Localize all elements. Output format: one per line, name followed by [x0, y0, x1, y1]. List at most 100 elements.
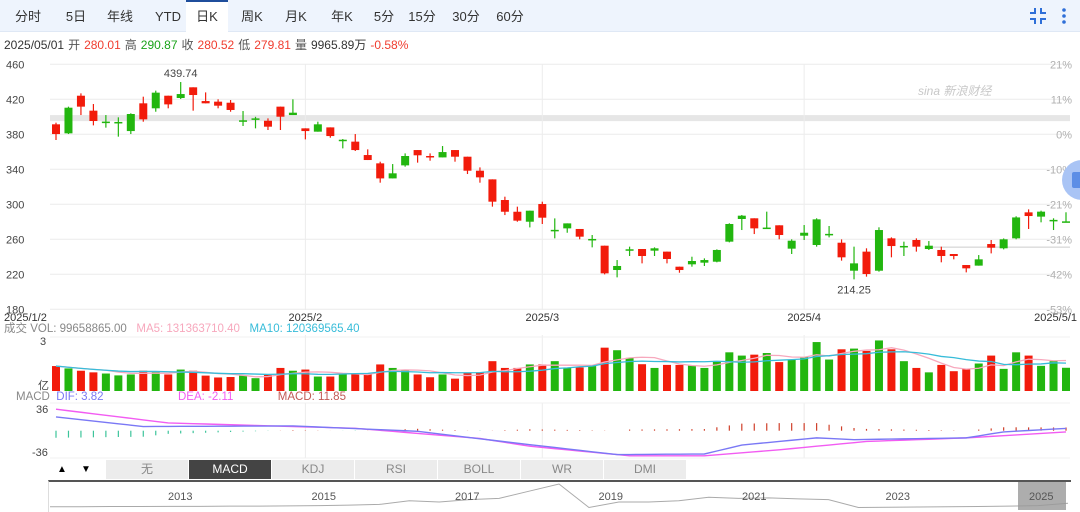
candle [812, 218, 821, 247]
candle-body [114, 121, 123, 124]
date-tick: 2025/3 [525, 312, 559, 324]
candle-body [151, 92, 160, 109]
volume-bar [76, 370, 85, 391]
candle [899, 241, 908, 257]
candle-body [962, 265, 971, 269]
candle [762, 211, 771, 230]
volume-bar [899, 361, 908, 391]
candle-body [338, 139, 347, 142]
sina-watermark-logo: sina 新浪财经 [918, 84, 992, 98]
candle [937, 246, 946, 263]
candle [164, 95, 173, 109]
scroll-down-button[interactable]: ▼ [74, 460, 98, 479]
scroll-up-button[interactable]: ▲ [50, 460, 74, 479]
candle-body [687, 261, 696, 265]
navigator-year: 2013 [168, 491, 193, 503]
candle [201, 92, 210, 104]
candle-body [363, 155, 372, 161]
macd-axis-bottom: -36 [32, 447, 48, 459]
volume-ma10: MA10: 120369565.40 [249, 323, 360, 335]
candle-body [288, 112, 297, 116]
candle [89, 104, 98, 126]
candle-body [376, 163, 385, 179]
candle [351, 134, 360, 152]
candle-body [513, 211, 522, 221]
candle [775, 225, 784, 240]
candle [962, 265, 971, 273]
candle [588, 235, 597, 248]
candle-body [226, 102, 235, 110]
indicator-tab-MACD[interactable]: MACD [189, 460, 272, 479]
volume-bar [1037, 365, 1046, 391]
candle-body [662, 251, 671, 259]
volume-bar [563, 367, 572, 391]
candle-body [575, 228, 584, 237]
indicator-tab-RSI[interactable]: RSI [355, 460, 438, 479]
candle-body [1049, 219, 1058, 222]
volume-bar [1012, 352, 1021, 391]
candle-body [313, 124, 322, 132]
indicator-tab-KDJ[interactable]: KDJ [272, 460, 355, 479]
volume-bar [488, 361, 497, 391]
indicator-tab-WR[interactable]: WR [521, 460, 604, 479]
volume-bar [52, 366, 60, 391]
stock-chart[interactable]: 460 21%420 11%380 0%340 -10%300 -21%260 -31%22… [0, 0, 1080, 511]
indicator-tab-BOLL[interactable]: BOLL [438, 460, 521, 479]
volume-bar [525, 364, 534, 391]
volume-bar [613, 350, 622, 391]
volume-bar [376, 364, 385, 391]
volume-title: 成交 [4, 323, 27, 335]
candle [64, 106, 73, 135]
candle [438, 146, 447, 158]
time-navigator[interactable] [48, 480, 1071, 512]
candle-body [812, 219, 821, 245]
candle [176, 82, 185, 100]
price-tick: 300 [6, 199, 24, 211]
candle-body [974, 259, 983, 266]
volume-bar [625, 357, 634, 391]
volume-bar [426, 377, 435, 391]
volume-bar [675, 364, 684, 391]
candle-body [1012, 217, 1021, 239]
volume-bar [338, 373, 347, 391]
candle-body [176, 94, 185, 98]
candle [288, 99, 297, 116]
candle-body [326, 127, 335, 137]
candle [700, 258, 709, 266]
candle-body [401, 156, 410, 166]
candle-body [887, 238, 896, 247]
indicator-tab-DMI[interactable]: DMI [604, 460, 687, 479]
volume-bar [189, 370, 198, 391]
macd-dif: DIF: 3.82 [56, 391, 104, 403]
candle-body [1024, 212, 1033, 217]
volume-bar [874, 340, 883, 391]
volume-bar [700, 367, 709, 391]
candle-body [650, 248, 659, 251]
candle-body [301, 128, 310, 132]
candle [712, 249, 721, 263]
candle [525, 210, 534, 228]
percent-tick: -21% [1046, 199, 1072, 211]
candle [550, 218, 559, 239]
candle-body [750, 218, 759, 229]
percent-tick: 21% [1050, 59, 1072, 71]
candle [974, 255, 983, 266]
candle [675, 266, 684, 273]
candle-body [800, 232, 809, 236]
candle-body [1062, 221, 1070, 223]
volume-bar [164, 374, 173, 391]
candle [924, 241, 933, 250]
volume-bar [575, 367, 584, 391]
volume-bar [862, 350, 871, 391]
volume-bar [687, 365, 696, 391]
candle-body [600, 245, 609, 274]
candle-body [388, 173, 397, 179]
volume-bar [201, 375, 210, 391]
candle [52, 122, 60, 140]
candle-body [949, 254, 958, 257]
volume-bar [276, 367, 285, 391]
percent-tick: -42% [1046, 269, 1072, 281]
volume-bar [313, 376, 322, 391]
candle-body [737, 215, 746, 219]
indicator-tab-无[interactable]: 无 [106, 460, 189, 479]
